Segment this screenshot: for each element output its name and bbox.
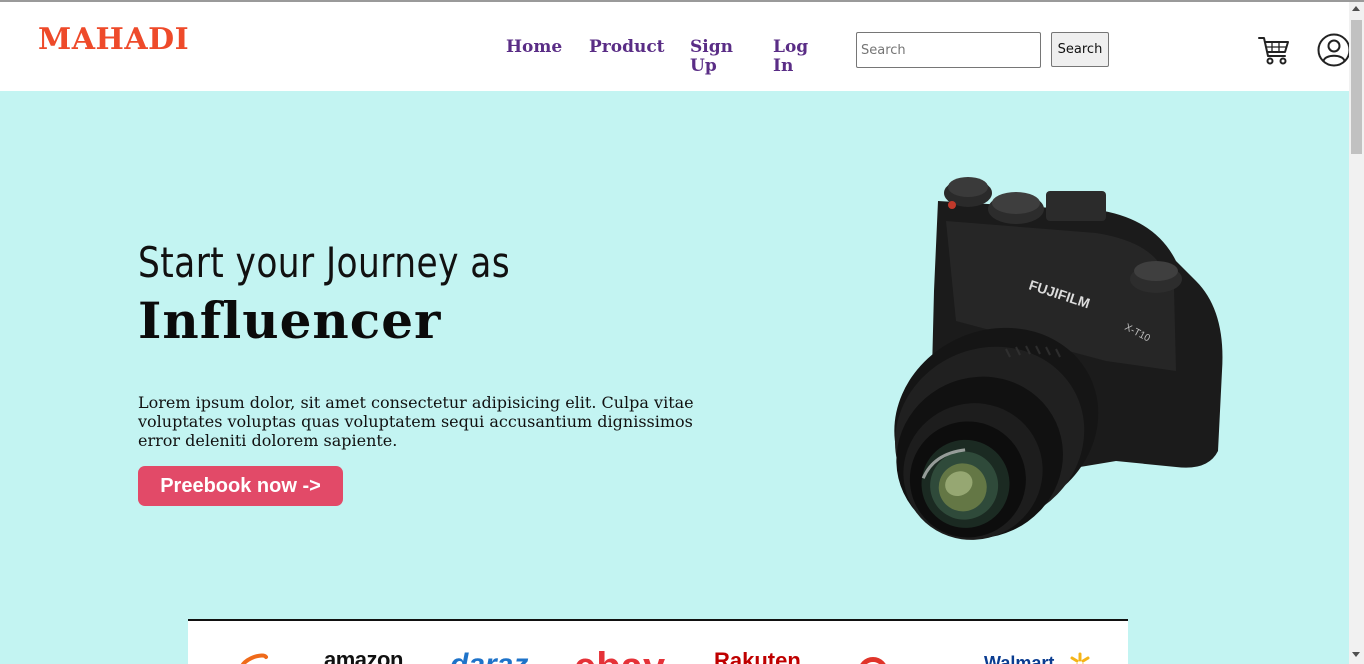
ebay-logo: ebay	[574, 645, 665, 664]
search-input[interactable]	[856, 32, 1041, 68]
site-header: MAHADI Home Product Sign Up Log In Searc…	[0, 2, 1352, 91]
daraz-logo: daraz	[450, 648, 528, 664]
nav-product-link[interactable]: Product	[589, 38, 665, 57]
hero-section: Start your Journey as Influencer Lorem i…	[0, 91, 1349, 664]
scrollbar-thumb[interactable]	[1351, 20, 1362, 154]
hero-headline-line2: Influencer	[138, 291, 442, 350]
vertical-scrollbar[interactable]	[1349, 2, 1364, 664]
nav-login-link[interactable]: Log In	[773, 38, 813, 76]
alibaba-logo-icon	[240, 653, 268, 664]
search-button[interactable]: Search	[1051, 32, 1109, 67]
walmart-spark-icon	[1070, 652, 1090, 664]
hero-headline-line1: Start your Journey as	[138, 238, 511, 287]
circle-brand-logo-icon	[858, 657, 888, 664]
brand-logo-strip: amazon daraz ebay Rakuten Walmart	[188, 619, 1128, 664]
cart-icon[interactable]	[1257, 33, 1291, 67]
scroll-down-arrow-icon[interactable]	[1352, 652, 1360, 657]
scroll-up-arrow-icon[interactable]	[1352, 6, 1360, 11]
rakuten-logo: Rakuten	[714, 648, 801, 664]
camera-product-image: FUJIFILM X-T10	[894, 177, 1223, 540]
hero-description: Lorem ipsum dolor, sit amet consectetur …	[138, 393, 694, 450]
amazon-logo: amazon	[324, 647, 403, 664]
walmart-logo: Walmart	[984, 653, 1055, 664]
nav-signup-link[interactable]: Sign Up	[690, 38, 740, 76]
preebook-button[interactable]: Preebook now ->	[138, 466, 343, 506]
user-account-icon[interactable]	[1316, 32, 1352, 68]
nav-home-link[interactable]: Home	[506, 38, 562, 57]
site-logo[interactable]: MAHADI	[38, 22, 189, 57]
